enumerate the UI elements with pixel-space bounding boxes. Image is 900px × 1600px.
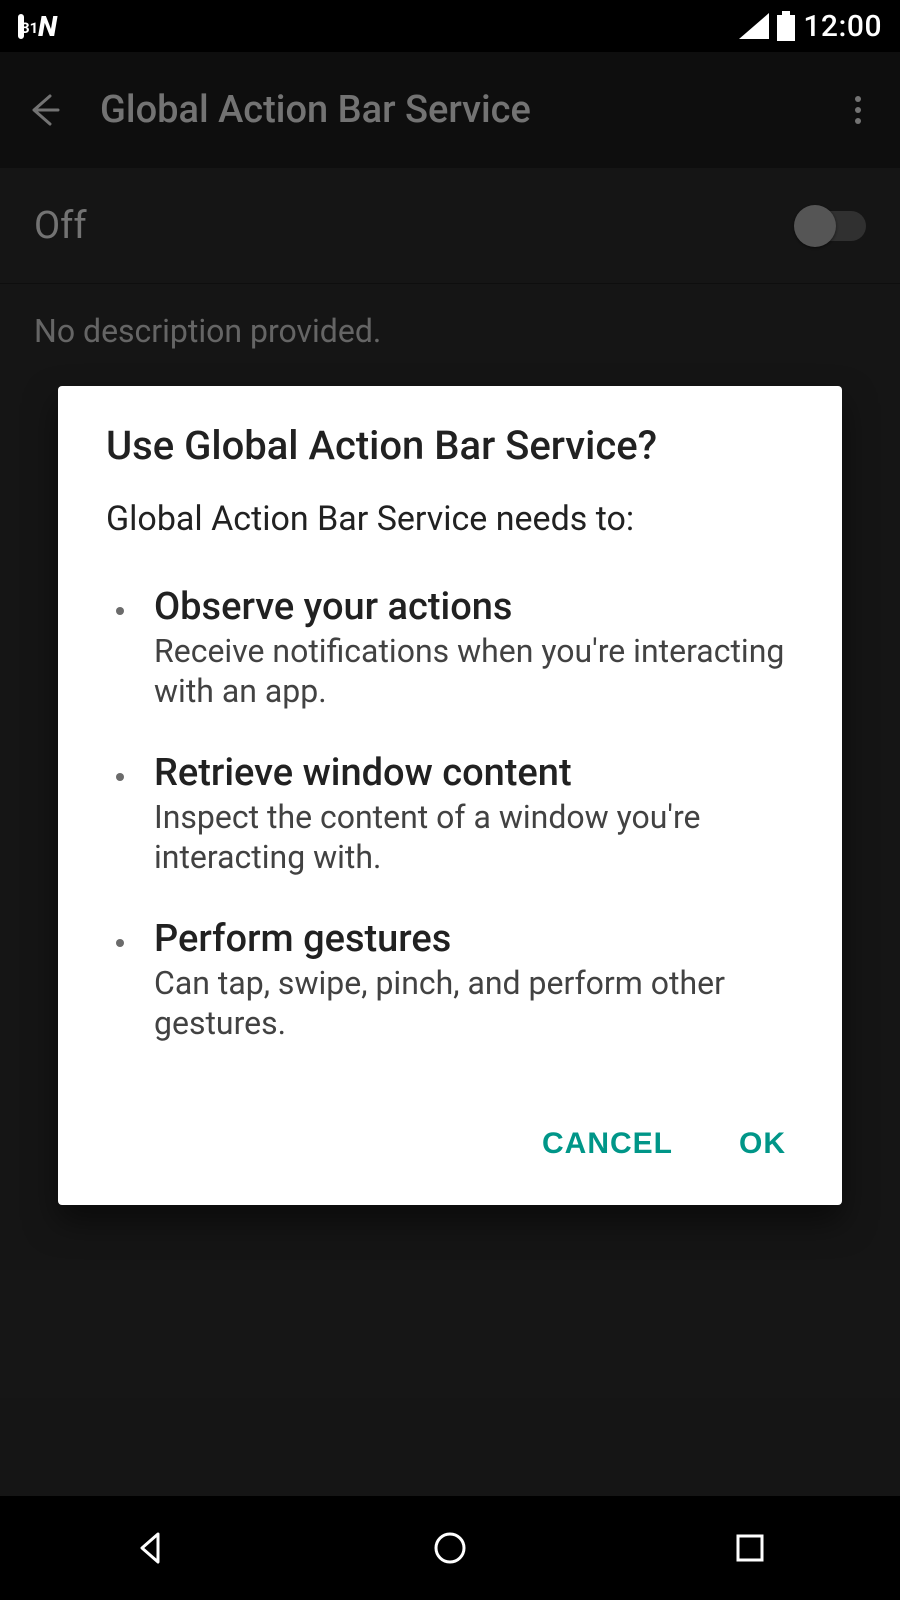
status-time: 12:00: [803, 9, 882, 44]
ok-button[interactable]: OK: [711, 1111, 814, 1177]
nav-recents-button[interactable]: [720, 1518, 780, 1578]
battery-icon: [777, 11, 795, 41]
dialog-subtitle: Global Action Bar Service needs to:: [58, 473, 842, 557]
permission-list: Observe your actions Receive notificatio…: [58, 557, 842, 1071]
navigation-bar: [0, 1496, 900, 1600]
nav-home-button[interactable]: [420, 1518, 480, 1578]
permission-item: Retrieve window content Inspect the cont…: [106, 731, 794, 897]
bullet-icon: [116, 607, 124, 615]
dialog-title: Use Global Action Bar Service?: [58, 422, 842, 473]
bullet-icon: [116, 773, 124, 781]
permission-dialog: Use Global Action Bar Service? Global Ac…: [58, 386, 842, 1205]
device-frame: N 12:00 Global Action Bar Service Off: [0, 0, 900, 1600]
dialog-actions: CANCEL OK: [58, 1071, 842, 1205]
permission-item: Perform gestures Can tap, swipe, pinch, …: [106, 897, 794, 1063]
cell-signal-icon: [739, 13, 769, 39]
status-bar: N 12:00: [0, 0, 900, 52]
n-icon: N: [38, 10, 57, 43]
permission-desc: Inspect the content of a window you're i…: [154, 797, 794, 877]
cancel-button[interactable]: CANCEL: [514, 1111, 701, 1177]
nav-back-button[interactable]: [120, 1518, 180, 1578]
permission-desc: Receive notifications when you're intera…: [154, 631, 794, 711]
status-bar-right: 12:00: [739, 9, 882, 44]
permission-desc: Can tap, swipe, pinch, and perform other…: [154, 963, 794, 1043]
permission-title: Perform gestures: [154, 917, 794, 961]
status-bar-left: N: [18, 10, 57, 43]
calendar-icon: [18, 17, 24, 36]
bullet-icon: [116, 939, 124, 947]
permission-title: Retrieve window content: [154, 751, 794, 795]
permission-title: Observe your actions: [154, 585, 794, 629]
permission-item: Observe your actions Receive notificatio…: [106, 565, 794, 731]
